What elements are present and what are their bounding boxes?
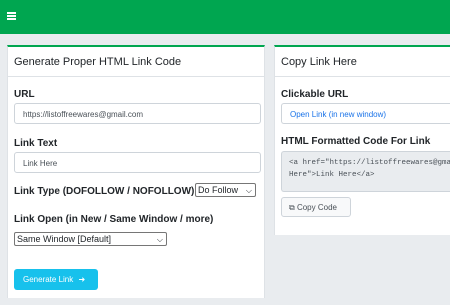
copy-code-label: Copy Code [296, 203, 337, 212]
link-open-value: Same Window [Default] [17, 234, 112, 244]
link-open-label: Link Open (in New / Same Window / more) [14, 214, 214, 225]
link-type-value: Do Follow [198, 185, 239, 195]
link-type-label: Link Type (DOFOLLOW / NOFOLLOW) [14, 186, 195, 197]
generate-link-label: Generate Link [23, 275, 74, 284]
clickable-url-label: Clickable URL [281, 89, 349, 100]
code-line-2: Here">Link Here</a> [289, 171, 375, 179]
copy-link-card: Copy Link Here Clickable URL Open Link (… [274, 45, 450, 235]
code-line-1: <a href="https://listoffreewares@gmail.c… [289, 159, 450, 167]
copy-code-button[interactable]: ⧉ Copy Code [281, 197, 351, 217]
link-type-select[interactable]: Do Follow ⌵ [195, 183, 256, 197]
generate-link-button[interactable]: Generate Link ➜ [14, 269, 98, 290]
copy-icon: ⧉ [289, 203, 295, 212]
link-text-input[interactable]: Link Here [14, 152, 261, 173]
arrow-right-icon: ➜ [78, 275, 86, 284]
clickable-url-link[interactable]: Open Link (in new window) [281, 103, 450, 124]
generate-link-card: Generate Proper HTML Link Code URL https… [7, 45, 265, 298]
chevron-down-icon: ⌵ [245, 186, 252, 195]
copy-card-title: Copy Link Here [275, 47, 450, 77]
url-label: URL [14, 89, 35, 100]
chevron-down-icon: ⌵ [156, 235, 163, 244]
top-bar [0, 0, 450, 34]
html-code-output[interactable]: <a href="https://listoffreewares@gmail.c… [281, 151, 450, 192]
url-input[interactable]: https://listoffreewares@gmail.com [14, 103, 261, 124]
html-code-label: HTML Formatted Code For Link [281, 136, 431, 147]
link-open-select[interactable]: Same Window [Default] ⌵ [14, 232, 167, 246]
generate-card-title: Generate Proper HTML Link Code [8, 47, 264, 77]
hamburger-icon[interactable] [7, 12, 16, 20]
link-text-label: Link Text [14, 138, 58, 149]
